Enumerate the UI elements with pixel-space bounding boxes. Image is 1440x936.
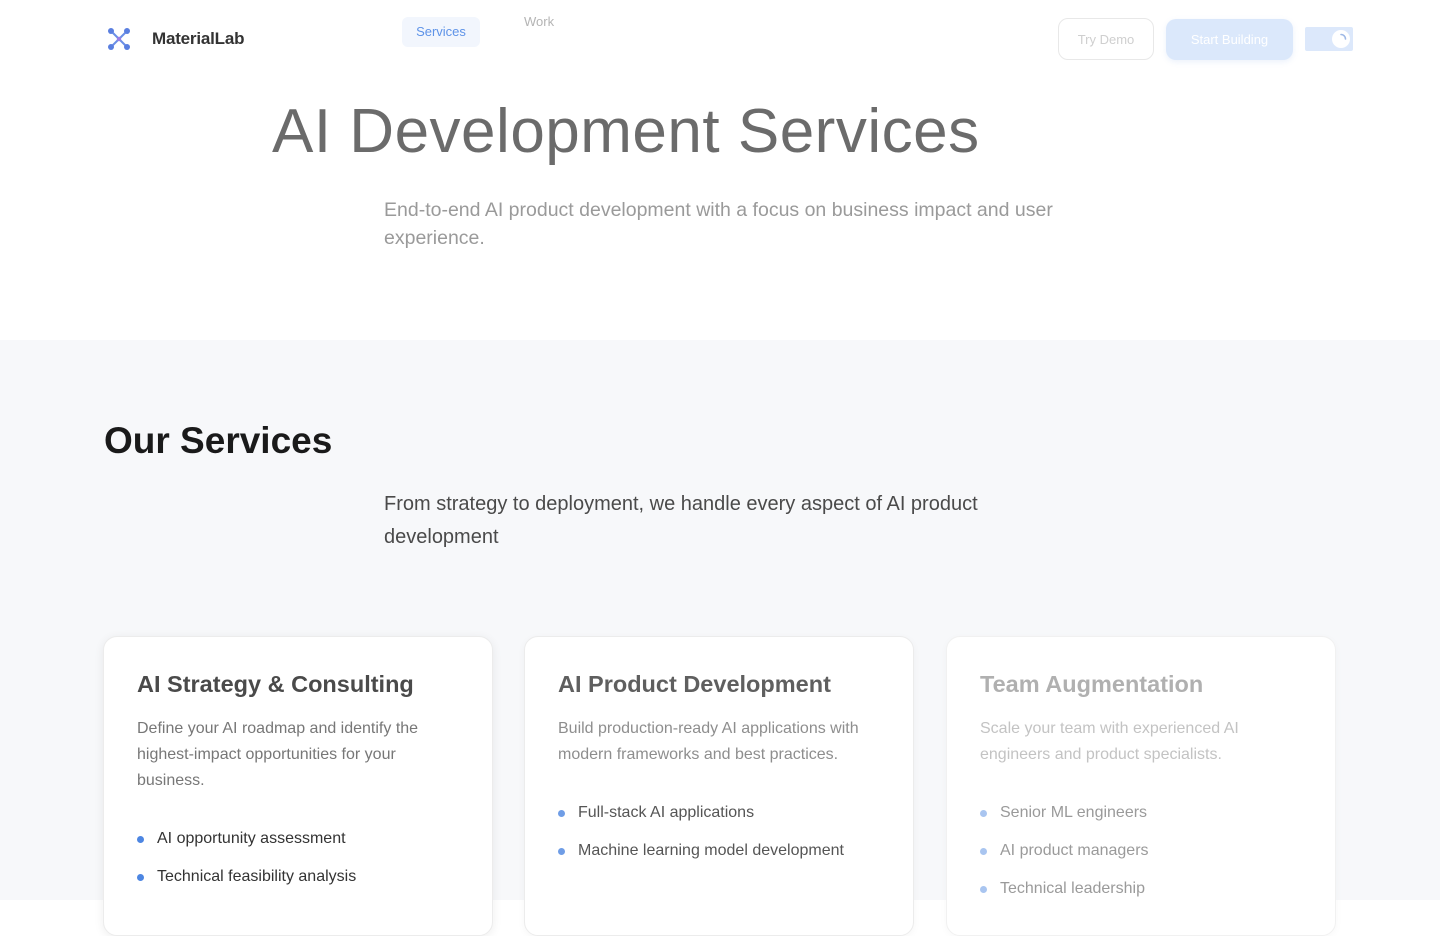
list-item: AI opportunity assessment: [137, 820, 459, 858]
dot-icon: [980, 847, 987, 855]
nav-link-services[interactable]: Services: [402, 17, 480, 47]
start-building-button[interactable]: Start Building: [1166, 19, 1293, 60]
dot-icon: [558, 809, 565, 817]
feature-list: Full-stack AI applications Machine learn…: [558, 794, 880, 870]
list-item-label: Full-stack AI applications: [578, 804, 755, 821]
network-nodes-icon: [108, 28, 130, 50]
card-title: Team Augmentation: [980, 671, 1204, 697]
hero-title: AI Development Services: [272, 97, 980, 166]
services-title: Our Services: [104, 420, 333, 461]
nav-link-work[interactable]: Work: [524, 14, 554, 29]
try-demo-button[interactable]: Try Demo: [1058, 18, 1154, 60]
hero-subtitle: End-to-end AI product development with a…: [384, 199, 1053, 249]
dot-icon: [980, 885, 987, 893]
card-title: AI Product Development: [558, 671, 831, 697]
list-item: Machine learning model development: [558, 832, 880, 870]
dot-icon: [558, 847, 565, 855]
feature-list: AI opportunity assessment Technical feas…: [137, 820, 459, 896]
card-description: Scale your team with experienced AI engi…: [980, 720, 1239, 763]
list-item: Senior ML engineers: [980, 794, 1302, 832]
list-item-label: Machine learning model development: [578, 842, 844, 859]
dot-icon: [137, 835, 144, 843]
list-item: AI product managers: [980, 832, 1302, 870]
toggle-knob: [1332, 30, 1350, 48]
list-item-label: AI product managers: [1000, 842, 1149, 859]
theme-toggle[interactable]: [1305, 27, 1353, 51]
list-item-label: AI opportunity assessment: [157, 830, 346, 847]
service-card-strategy[interactable]: AI Strategy & Consulting Define your AI …: [103, 636, 493, 936]
list-item-label: Technical feasibility analysis: [157, 868, 357, 885]
feature-list: Senior ML engineers AI product managers …: [980, 794, 1302, 908]
list-item: Technical leadership: [980, 870, 1302, 908]
card-description: Define your AI roadmap and identify the …: [137, 720, 419, 789]
spinner-icon: [1340, 33, 1347, 40]
card-description: Build production-ready AI applications w…: [558, 720, 859, 763]
service-card-product-development[interactable]: AI Product Development Build production-…: [524, 636, 914, 936]
services-subtitle: From strategy to deployment, we handle e…: [384, 493, 978, 548]
card-title: AI Strategy & Consulting: [137, 671, 414, 697]
brand-name: MaterialLab: [152, 29, 245, 48]
top-navigation: MaterialLab Services Work Try Demo Start…: [0, 0, 1440, 78]
brand-logo[interactable]: MaterialLab: [106, 26, 244, 52]
dot-icon: [137, 873, 144, 881]
list-item: Technical feasibility analysis: [137, 858, 459, 896]
service-card-team-augmentation[interactable]: Team Augmentation Scale your team with e…: [946, 636, 1336, 936]
services-section: Our Services From strategy to deployment…: [0, 340, 1440, 936]
dot-icon: [980, 809, 987, 817]
list-item-label: Technical leadership: [1000, 880, 1145, 897]
list-item: Full-stack AI applications: [558, 794, 880, 832]
list-item-label: Senior ML engineers: [1000, 804, 1148, 821]
